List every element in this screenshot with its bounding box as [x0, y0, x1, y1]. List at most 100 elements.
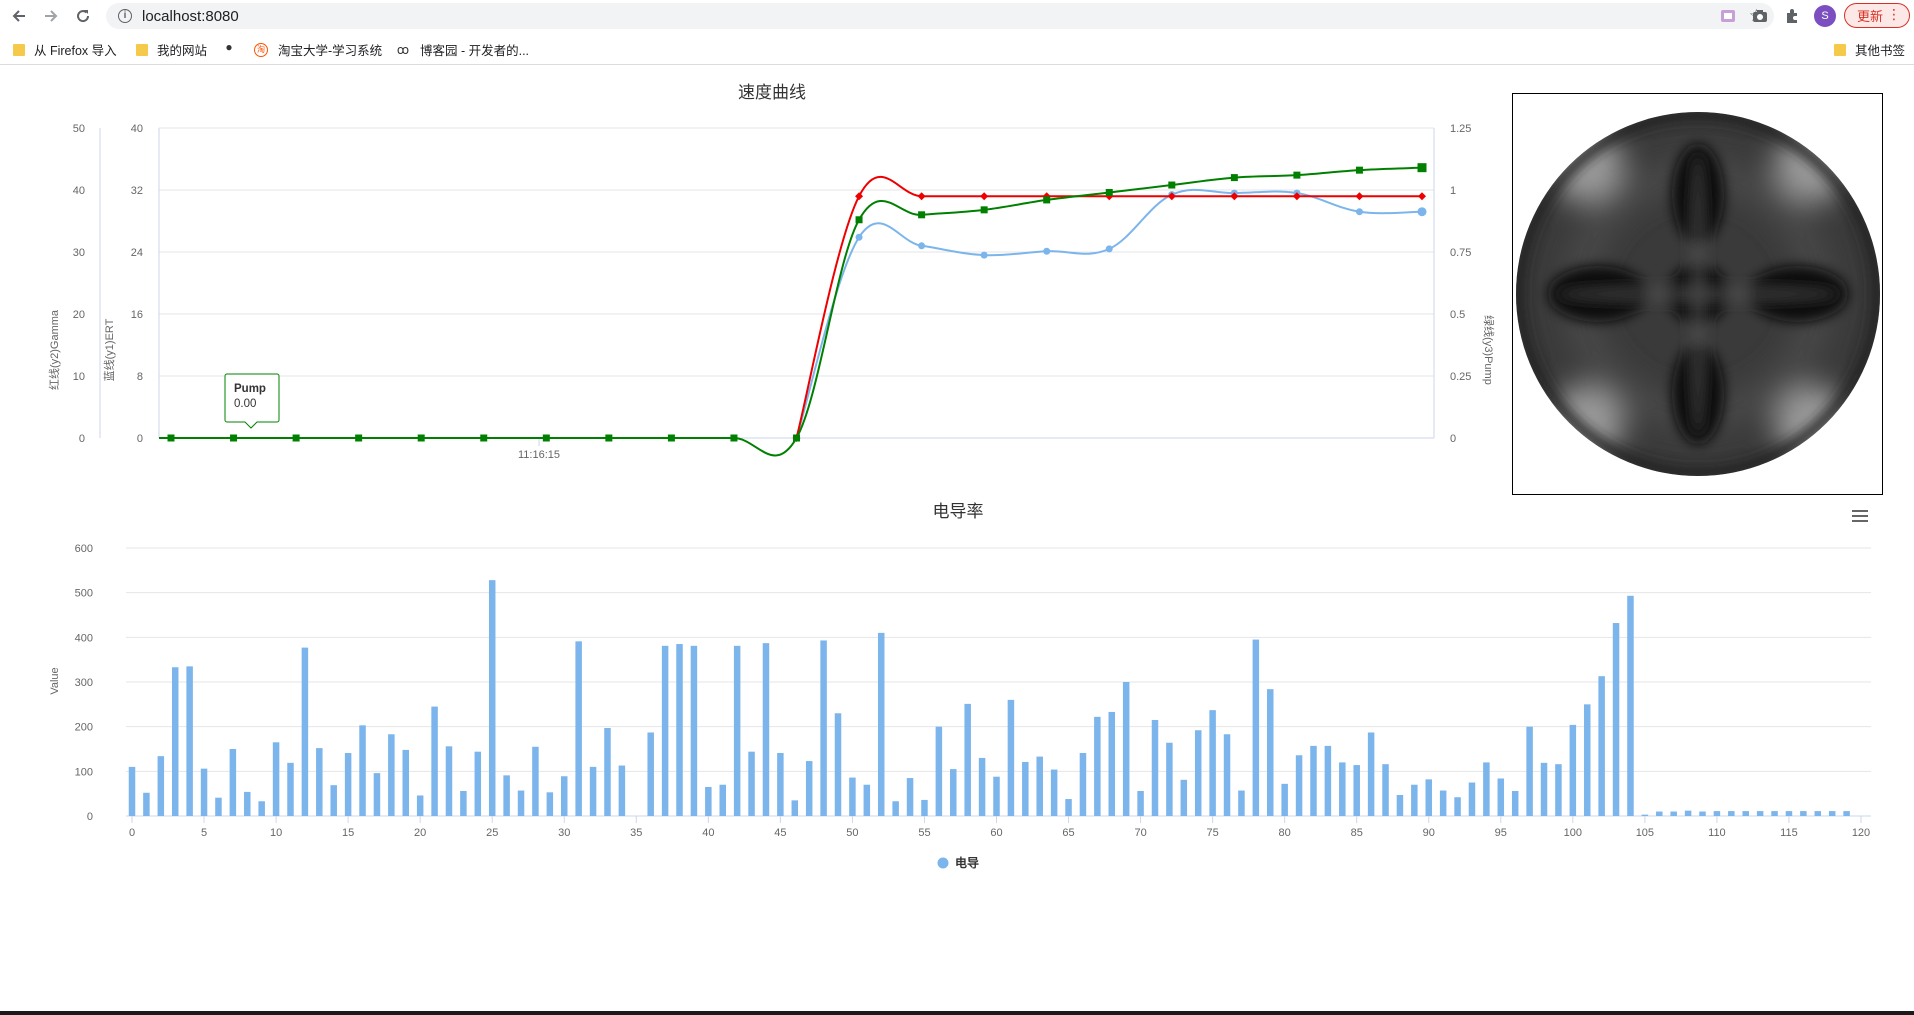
- data-point-ert[interactable]: [1043, 247, 1051, 255]
- data-point-pump[interactable]: [1355, 166, 1363, 174]
- bar[interactable]: [1137, 790, 1144, 816]
- bar[interactable]: [1094, 716, 1101, 816]
- bar[interactable]: [287, 762, 294, 816]
- data-point-ert[interactable]: [1417, 207, 1427, 217]
- bar[interactable]: [618, 765, 626, 816]
- data-point-pump[interactable]: [480, 434, 488, 442]
- data-point-gamma[interactable]: [855, 192, 864, 201]
- bar[interactable]: [748, 751, 755, 816]
- bar[interactable]: [791, 800, 799, 816]
- update-button[interactable]: 更新 ⋮: [1844, 3, 1910, 28]
- bar[interactable]: [1497, 778, 1505, 816]
- data-point-pump[interactable]: [855, 216, 863, 224]
- data-point-pump[interactable]: [918, 211, 926, 219]
- bar[interactable]: [1353, 765, 1360, 816]
- bar[interactable]: [921, 799, 928, 816]
- bookmark-taobao-university[interactable]: 淘 淘宝大学-学习系统: [254, 40, 382, 59]
- bar[interactable]: [1166, 742, 1173, 816]
- data-point-gamma[interactable]: [980, 192, 989, 201]
- bar[interactable]: [1180, 779, 1188, 816]
- bar[interactable]: [1411, 784, 1418, 816]
- data-point-pump[interactable]: [980, 206, 988, 214]
- bar[interactable]: [863, 784, 871, 816]
- data-point-pump[interactable]: [1293, 171, 1301, 179]
- bar[interactable]: [1800, 811, 1807, 816]
- bar[interactable]: [762, 643, 770, 816]
- bar[interactable]: [1598, 676, 1605, 816]
- data-point-gamma[interactable]: [1418, 192, 1426, 201]
- bar[interactable]: [258, 801, 265, 816]
- bar[interactable]: [416, 795, 424, 816]
- bar[interactable]: [532, 746, 539, 816]
- bar[interactable]: [1238, 790, 1245, 816]
- bookmark-other[interactable]: 其他书签: [1834, 40, 1905, 59]
- bar[interactable]: [1670, 811, 1677, 816]
- bar[interactable]: [1612, 623, 1620, 816]
- bar[interactable]: [128, 766, 136, 816]
- data-point-gamma[interactable]: [917, 192, 926, 201]
- data-point-ert[interactable]: [1355, 208, 1363, 216]
- bar[interactable]: [186, 666, 193, 816]
- data-point-ert[interactable]: [1105, 245, 1113, 253]
- bar[interactable]: [575, 641, 582, 816]
- bar[interactable]: [517, 790, 525, 816]
- bar[interactable]: [316, 748, 323, 816]
- bar[interactable]: [359, 725, 366, 816]
- bar[interactable]: [546, 792, 554, 816]
- bar[interactable]: [1050, 769, 1058, 816]
- bar[interactable]: [1324, 745, 1332, 816]
- data-point-pump[interactable]: [167, 434, 175, 442]
- forward-icon[interactable]: [36, 0, 66, 31]
- bar[interactable]: [964, 703, 971, 816]
- bar[interactable]: [1367, 732, 1375, 816]
- data-point-pump[interactable]: [793, 434, 800, 442]
- bar[interactable]: [1627, 595, 1634, 816]
- bar[interactable]: [1540, 762, 1548, 816]
- bar[interactable]: [1396, 795, 1404, 816]
- bar[interactable]: [834, 713, 842, 816]
- data-point-pump[interactable]: [542, 434, 550, 442]
- data-point-pump[interactable]: [1105, 188, 1113, 196]
- bar[interactable]: [820, 640, 827, 816]
- bar[interactable]: [1742, 811, 1749, 816]
- data-point-pump[interactable]: [605, 434, 613, 442]
- bar[interactable]: [1699, 811, 1706, 816]
- bar[interactable]: [1151, 719, 1159, 816]
- bar[interactable]: [200, 768, 208, 816]
- data-point-ert[interactable]: [918, 242, 926, 250]
- bar[interactable]: [215, 797, 222, 816]
- bar[interactable]: [561, 776, 568, 816]
- bar[interactable]: [1555, 764, 1562, 816]
- menu-dots-icon[interactable]: ⋮: [1887, 6, 1901, 23]
- data-point-pump[interactable]: [1043, 196, 1051, 204]
- legend-item[interactable]: 电导: [937, 855, 980, 870]
- data-point-pump[interactable]: [292, 434, 300, 442]
- bar[interactable]: [1713, 811, 1721, 816]
- bar[interactable]: [906, 778, 914, 816]
- bar[interactable]: [1569, 724, 1577, 816]
- bar[interactable]: [1728, 811, 1735, 816]
- data-point-pump[interactable]: [230, 434, 238, 442]
- bar[interactable]: [805, 761, 813, 816]
- bar[interactable]: [272, 742, 280, 816]
- bar[interactable]: [1036, 756, 1043, 816]
- bookmark-globe[interactable]: ●: [222, 40, 246, 54]
- hamburger-menu-icon[interactable]: [1852, 510, 1868, 522]
- bar[interactable]: [1439, 790, 1447, 816]
- bar[interactable]: [488, 580, 496, 816]
- bar[interactable]: [388, 734, 395, 816]
- bar[interactable]: [1252, 639, 1260, 816]
- puzzle-icon[interactable]: [1782, 6, 1802, 26]
- avatar[interactable]: S: [1814, 5, 1836, 27]
- bar[interactable]: [705, 786, 712, 816]
- bar[interactable]: [877, 632, 885, 816]
- bar[interactable]: [1756, 811, 1764, 816]
- bar[interactable]: [1454, 797, 1461, 816]
- bar[interactable]: [402, 749, 410, 816]
- bookmark-cnblogs[interactable]: ꝏ 博客园 - 开发者的...: [396, 40, 529, 59]
- data-point-ert[interactable]: [855, 233, 863, 241]
- data-point-gamma[interactable]: [1355, 192, 1364, 201]
- bar[interactable]: [244, 791, 251, 816]
- bar[interactable]: [1295, 755, 1303, 816]
- bar[interactable]: [445, 746, 453, 816]
